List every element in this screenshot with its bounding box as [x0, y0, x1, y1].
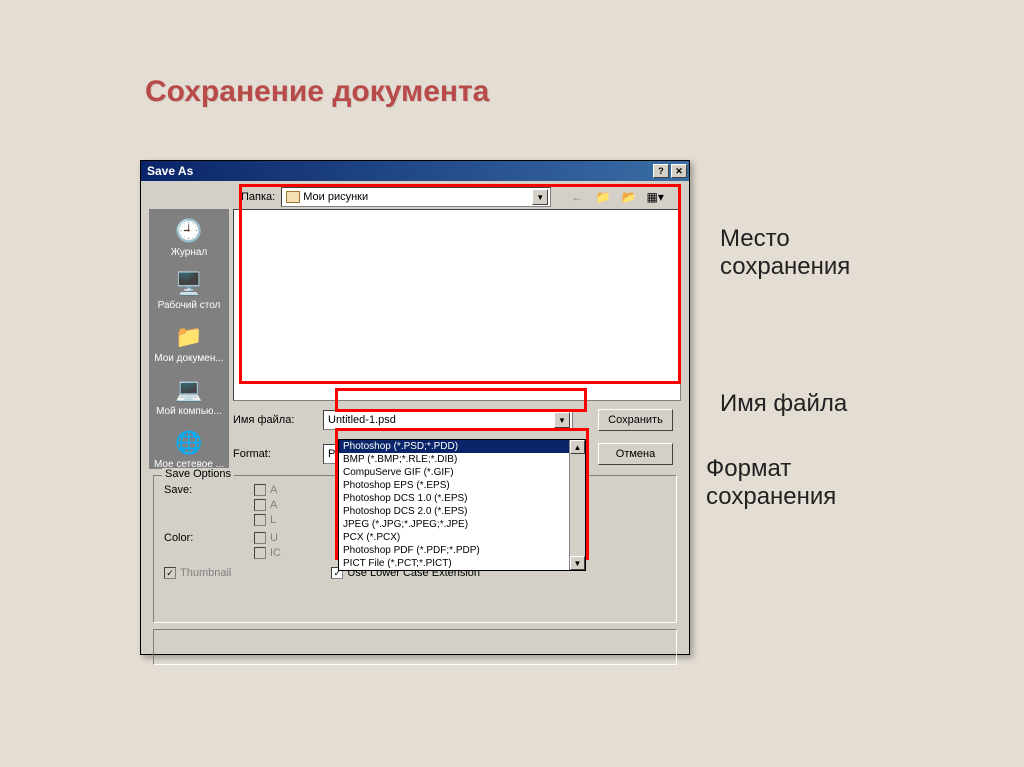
chevron-down-icon[interactable]: ▼	[554, 412, 570, 428]
slide-title: Сохранение документа	[145, 75, 489, 109]
up-folder-icon[interactable]: 📁	[593, 187, 613, 207]
places-label: Журнал	[171, 247, 208, 258]
folder-label: Папка:	[241, 191, 275, 203]
scrollbar[interactable]: ▲ ▼	[569, 440, 585, 570]
save-options-title: Save Options	[162, 468, 234, 480]
format-dropdown-list[interactable]: Photoshop (*.PSD;*.PDD)BMP (*.BMP;*.RLE;…	[338, 439, 586, 571]
places-computer[interactable]: 💻 Мой компью...	[149, 374, 229, 419]
save-button[interactable]: Сохранить	[598, 409, 673, 431]
help-icon[interactable]: ?	[653, 164, 669, 178]
file-list[interactable]	[233, 209, 681, 401]
documents-icon: 📁	[173, 323, 205, 351]
close-icon[interactable]: ✕	[671, 164, 687, 178]
places-label: Мои докумен...	[154, 353, 223, 364]
cancel-button[interactable]: Отмена	[598, 443, 673, 465]
network-icon: 🌐	[173, 429, 205, 457]
format-option[interactable]: JPEG (*.JPG;*.JPEG;*.JPE)	[339, 518, 569, 531]
format-option[interactable]: BMP (*.BMP;*.RLE;*.DIB)	[339, 453, 569, 466]
places-desktop[interactable]: 🖥️ Рабочий стол	[149, 268, 229, 313]
format-label: Format:	[233, 448, 313, 460]
color-option-checkbox[interactable]: U	[254, 532, 281, 544]
color-option-checkbox[interactable]: IC	[254, 547, 281, 559]
desktop-icon: 🖥️	[173, 270, 205, 298]
chevron-down-icon[interactable]: ▼	[532, 189, 548, 205]
computer-icon: 💻	[173, 376, 205, 404]
scroll-down-icon[interactable]: ▼	[570, 556, 585, 570]
folder-combo[interactable]: Мои рисунки ▼	[281, 187, 551, 207]
history-icon: 🕘	[173, 217, 205, 245]
back-icon[interactable]: ←	[567, 187, 587, 207]
places-history[interactable]: 🕘 Журнал	[149, 215, 229, 260]
titlebar: Save As ? ✕	[141, 161, 689, 181]
format-option[interactable]: Photoshop DCS 1.0 (*.EPS)	[339, 492, 569, 505]
places-label: Мой компью...	[156, 406, 222, 417]
places-label: Рабочий стол	[158, 300, 221, 311]
annotation-filename: Имя файла	[720, 390, 847, 418]
format-option[interactable]: CompuServe GIF (*.GIF)	[339, 466, 569, 479]
format-option[interactable]: Photoshop EPS (*.EPS)	[339, 479, 569, 492]
thumbnail-checkbox[interactable]: ✓ Thumbnail	[164, 567, 231, 579]
save-option-checkbox[interactable]: A	[254, 484, 277, 496]
places-network[interactable]: 🌐 Мое сетевое ...	[149, 427, 229, 472]
format-option[interactable]: Photoshop PDF (*.PDF;*.PDP)	[339, 544, 569, 557]
save-as-dialog: Save As ? ✕ Папка: Мои рисунки ▼ ← 📁 📂 ▦…	[140, 160, 690, 655]
annotation-location: Местосохранения	[720, 225, 850, 281]
thumbnail-label: Thumbnail	[180, 567, 231, 579]
folder-icon	[286, 191, 300, 203]
format-option[interactable]: PCX (*.PCX)	[339, 531, 569, 544]
format-option[interactable]: PICT File (*.PCT;*.PICT)	[339, 557, 569, 570]
places-documents[interactable]: 📁 Мои докумен...	[149, 321, 229, 366]
format-option[interactable]: Photoshop DCS 2.0 (*.EPS)	[339, 505, 569, 518]
info-box	[153, 629, 677, 665]
filename-input[interactable]: Untitled-1.psd ▼	[323, 410, 573, 430]
save-sublabel: Save:	[164, 484, 224, 496]
color-sublabel: Color:	[164, 532, 224, 544]
format-option[interactable]: Photoshop (*.PSD;*.PDD)	[339, 440, 569, 453]
scroll-up-icon[interactable]: ▲	[570, 440, 585, 454]
new-folder-icon[interactable]: 📂	[619, 187, 639, 207]
save-option-checkbox[interactable]: L	[254, 514, 277, 526]
save-option-checkbox[interactable]: A	[254, 499, 277, 511]
titlebar-text: Save As	[147, 164, 193, 178]
filename-value: Untitled-1.psd	[328, 414, 396, 426]
filename-label: Имя файла:	[233, 414, 313, 426]
annotation-format: Форматсохранения	[706, 455, 836, 511]
view-menu-icon[interactable]: ▦▾	[645, 187, 665, 207]
folder-value: Мои рисунки	[303, 191, 368, 203]
places-bar: 🕘 Журнал 🖥️ Рабочий стол 📁 Мои докумен..…	[149, 209, 229, 469]
